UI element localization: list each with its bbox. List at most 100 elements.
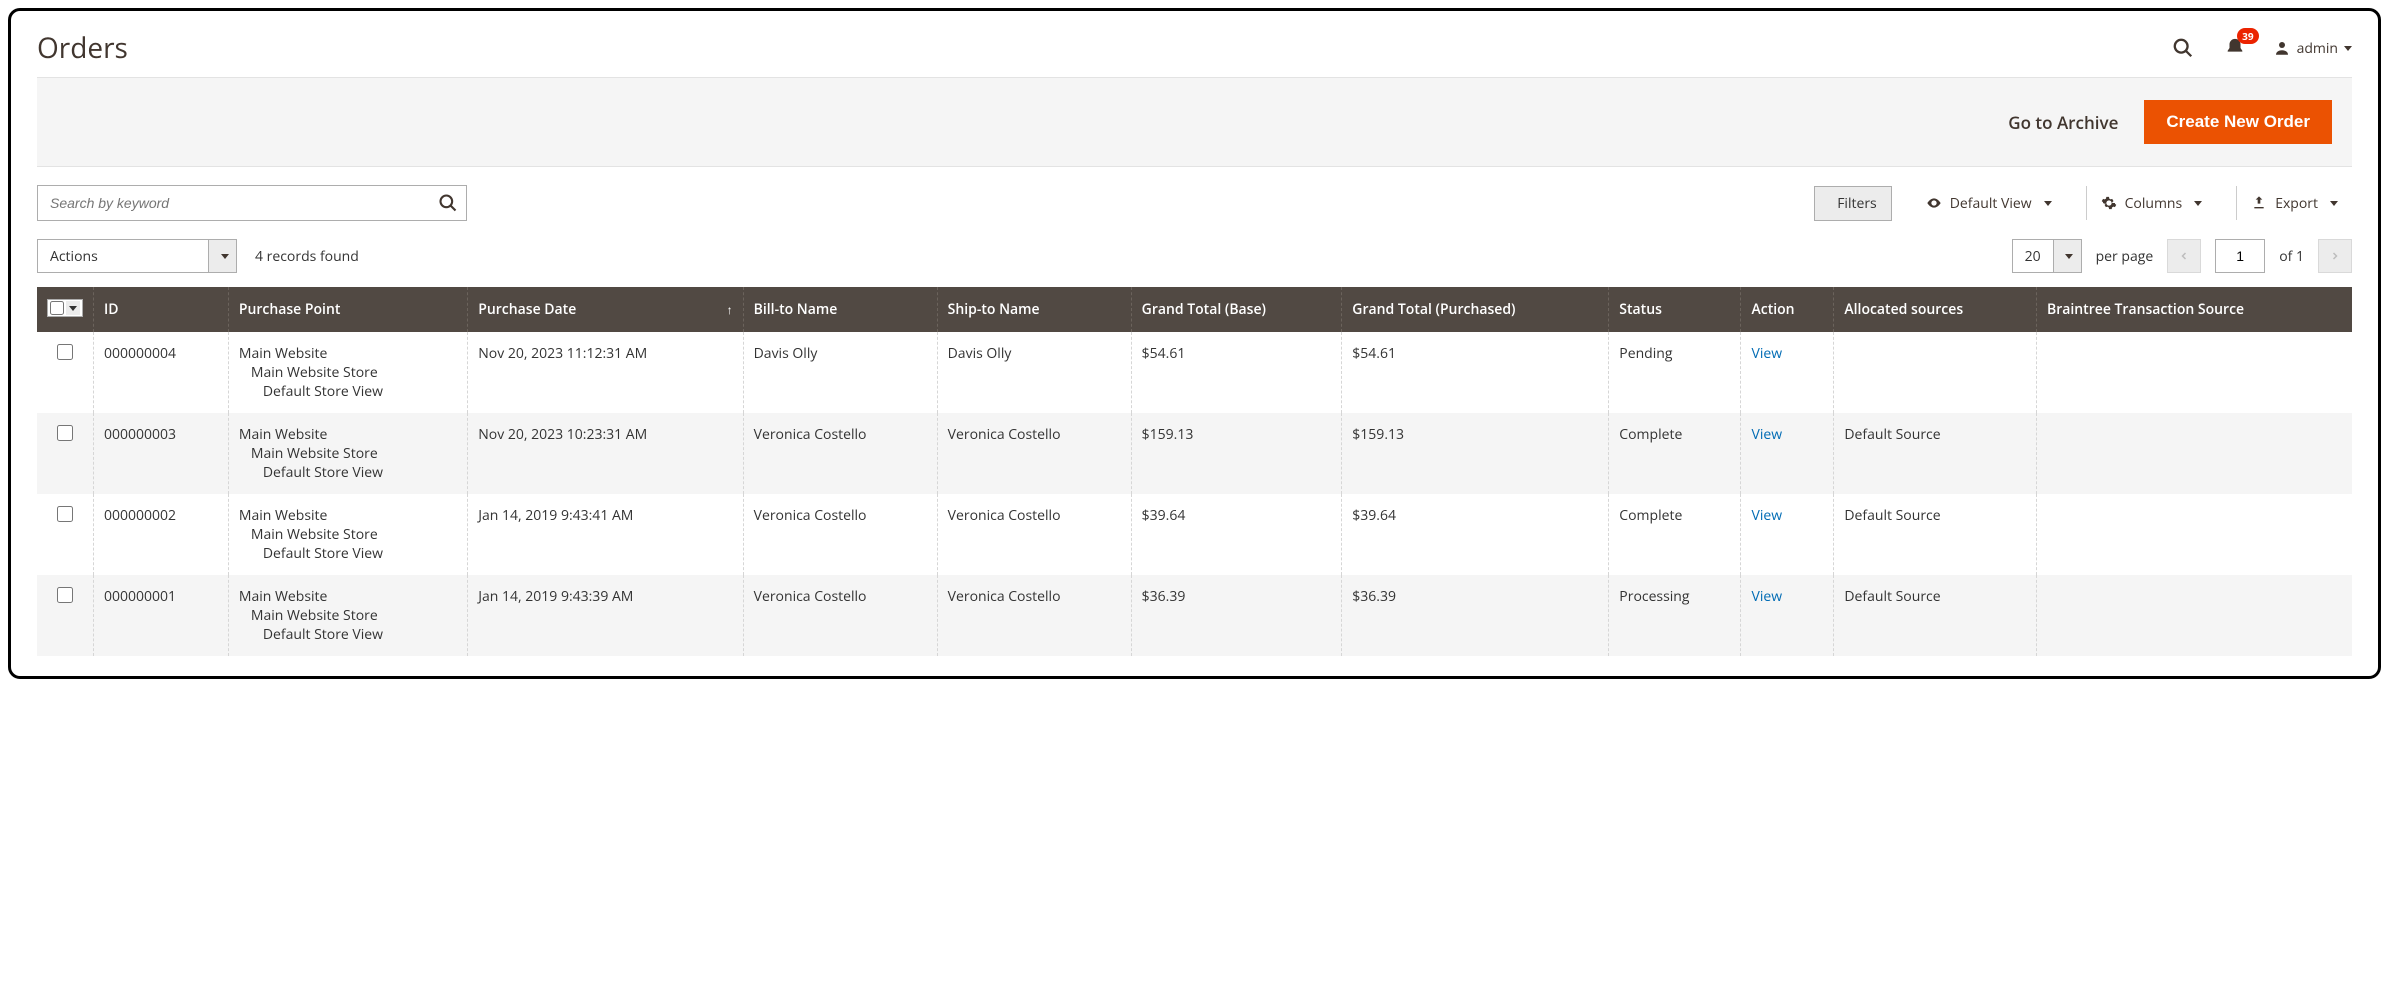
cell-id: 000000003: [94, 413, 229, 494]
notifications-icon[interactable]: 39: [2221, 34, 2249, 62]
actions-dropdown[interactable]: Actions: [37, 239, 237, 273]
search-icon[interactable]: [2169, 34, 2197, 62]
page-of-label: of 1: [2279, 247, 2304, 266]
chevron-down-icon: [2044, 201, 2052, 206]
cell-braintree: [2036, 575, 2352, 656]
cell-allocated-sources: Default Source: [1834, 494, 2037, 575]
cell-action: View: [1741, 575, 1834, 656]
select-all-input[interactable]: [50, 301, 64, 315]
col-purchase-date[interactable]: Purchase Date ↑: [468, 287, 743, 332]
cell-purchase-point: Main WebsiteMain Website StoreDefault St…: [228, 332, 467, 413]
page-size-value: 20: [2013, 247, 2053, 266]
page-title: Orders: [37, 29, 128, 67]
col-grand-total-purchased[interactable]: Grand Total (Purchased): [1342, 287, 1609, 332]
col-ship-to[interactable]: Ship-to Name: [937, 287, 1131, 332]
chevron-down-icon: [2330, 201, 2338, 206]
view-link[interactable]: View: [1751, 425, 1782, 444]
export-button[interactable]: Export: [2236, 186, 2352, 220]
table-row: 000000001Main WebsiteMain Website StoreD…: [37, 575, 2352, 656]
row-checkbox[interactable]: [57, 425, 73, 441]
search-input[interactable]: [38, 195, 430, 211]
cell-allocated-sources: Default Source: [1834, 413, 2037, 494]
default-view-button[interactable]: Default View: [1912, 186, 2066, 220]
chevron-down-icon: [2194, 201, 2202, 206]
cell-purchase-date: Nov 20, 2023 11:12:31 AM: [468, 332, 743, 413]
page-header: Orders 39 admin: [11, 11, 2378, 77]
next-page-button[interactable]: [2318, 239, 2352, 273]
grid-controls: Actions 4 records found 20 per page of 1: [11, 233, 2378, 287]
cell-bill-to: Veronica Costello: [743, 413, 937, 494]
col-status[interactable]: Status: [1609, 287, 1741, 332]
row-checkbox[interactable]: [57, 587, 73, 603]
col-allocated-sources[interactable]: Allocated sources: [1834, 287, 2037, 332]
per-page-label: per page: [2096, 247, 2154, 266]
cell-gt-base: $39.64: [1131, 494, 1342, 575]
row-checkbox[interactable]: [57, 506, 73, 522]
user-menu[interactable]: admin: [2273, 39, 2352, 58]
search-box: [37, 185, 467, 221]
export-label: Export: [2275, 194, 2318, 213]
cell-gt-base: $36.39: [1131, 575, 1342, 656]
cell-action: View: [1741, 413, 1834, 494]
col-grand-total-base[interactable]: Grand Total (Base): [1131, 287, 1342, 332]
table-row: 000000002Main WebsiteMain Website StoreD…: [37, 494, 2352, 575]
chevron-down-icon[interactable]: [66, 301, 80, 315]
cell-allocated-sources: Default Source: [1834, 575, 2037, 656]
cell-braintree: [2036, 332, 2352, 413]
filters-button[interactable]: Filters: [1814, 186, 1892, 221]
create-new-order-button[interactable]: Create New Order: [2144, 100, 2332, 144]
orders-table: ID Purchase Point Purchase Date ↑ Bill-t…: [37, 287, 2352, 656]
cell-action: View: [1741, 332, 1834, 413]
cell-allocated-sources: [1834, 332, 2037, 413]
cell-gt-purchased: $36.39: [1342, 575, 1609, 656]
select-all-checkbox[interactable]: [47, 299, 83, 317]
cell-purchase-date: Jan 14, 2019 9:43:39 AM: [468, 575, 743, 656]
cell-ship-to: Veronica Costello: [937, 494, 1131, 575]
sort-asc-icon: ↑: [727, 301, 733, 318]
action-bar: Go to Archive Create New Order: [37, 77, 2352, 167]
prev-page-button[interactable]: [2167, 239, 2201, 273]
user-icon: [2273, 39, 2291, 57]
cell-braintree: [2036, 413, 2352, 494]
cell-braintree: [2036, 494, 2352, 575]
columns-button[interactable]: Columns: [2086, 186, 2217, 220]
col-action[interactable]: Action: [1741, 287, 1834, 332]
col-checkbox: [37, 287, 94, 332]
cell-status: Complete: [1609, 494, 1741, 575]
cell-gt-purchased: $39.64: [1342, 494, 1609, 575]
col-bill-to[interactable]: Bill-to Name: [743, 287, 937, 332]
cell-id: 000000004: [94, 332, 229, 413]
col-id[interactable]: ID: [94, 287, 229, 332]
go-to-archive-button[interactable]: Go to Archive: [2008, 111, 2118, 134]
table-row: 000000004Main WebsiteMain Website StoreD…: [37, 332, 2352, 413]
cell-bill-to: Davis Olly: [743, 332, 937, 413]
cell-action: View: [1741, 494, 1834, 575]
cell-purchase-date: Jan 14, 2019 9:43:41 AM: [468, 494, 743, 575]
chevron-down-icon: [2053, 240, 2081, 272]
cell-status: Complete: [1609, 413, 1741, 494]
cell-purchase-point: Main WebsiteMain Website StoreDefault St…: [228, 575, 467, 656]
page-size-dropdown[interactable]: 20: [2012, 239, 2082, 273]
search-submit-icon[interactable]: [430, 193, 466, 213]
view-link[interactable]: View: [1751, 587, 1782, 606]
row-checkbox[interactable]: [57, 344, 73, 360]
current-page-input[interactable]: [2215, 239, 2265, 273]
filters-label: Filters: [1837, 194, 1877, 213]
cell-status: Processing: [1609, 575, 1741, 656]
cell-bill-to: Veronica Costello: [743, 575, 937, 656]
cell-status: Pending: [1609, 332, 1741, 413]
table-row: 000000003Main WebsiteMain Website StoreD…: [37, 413, 2352, 494]
columns-label: Columns: [2125, 194, 2183, 213]
col-braintree[interactable]: Braintree Transaction Source: [2036, 287, 2352, 332]
view-link[interactable]: View: [1751, 344, 1782, 363]
col-purchase-point[interactable]: Purchase Point: [228, 287, 467, 332]
user-label: admin: [2297, 39, 2338, 58]
default-view-label: Default View: [1950, 194, 2032, 213]
cell-gt-base: $159.13: [1131, 413, 1342, 494]
cell-id: 000000002: [94, 494, 229, 575]
cell-purchase-point: Main WebsiteMain Website StoreDefault St…: [228, 494, 467, 575]
cell-gt-purchased: $54.61: [1342, 332, 1609, 413]
cell-gt-purchased: $159.13: [1342, 413, 1609, 494]
view-link[interactable]: View: [1751, 506, 1782, 525]
cell-bill-to: Veronica Costello: [743, 494, 937, 575]
